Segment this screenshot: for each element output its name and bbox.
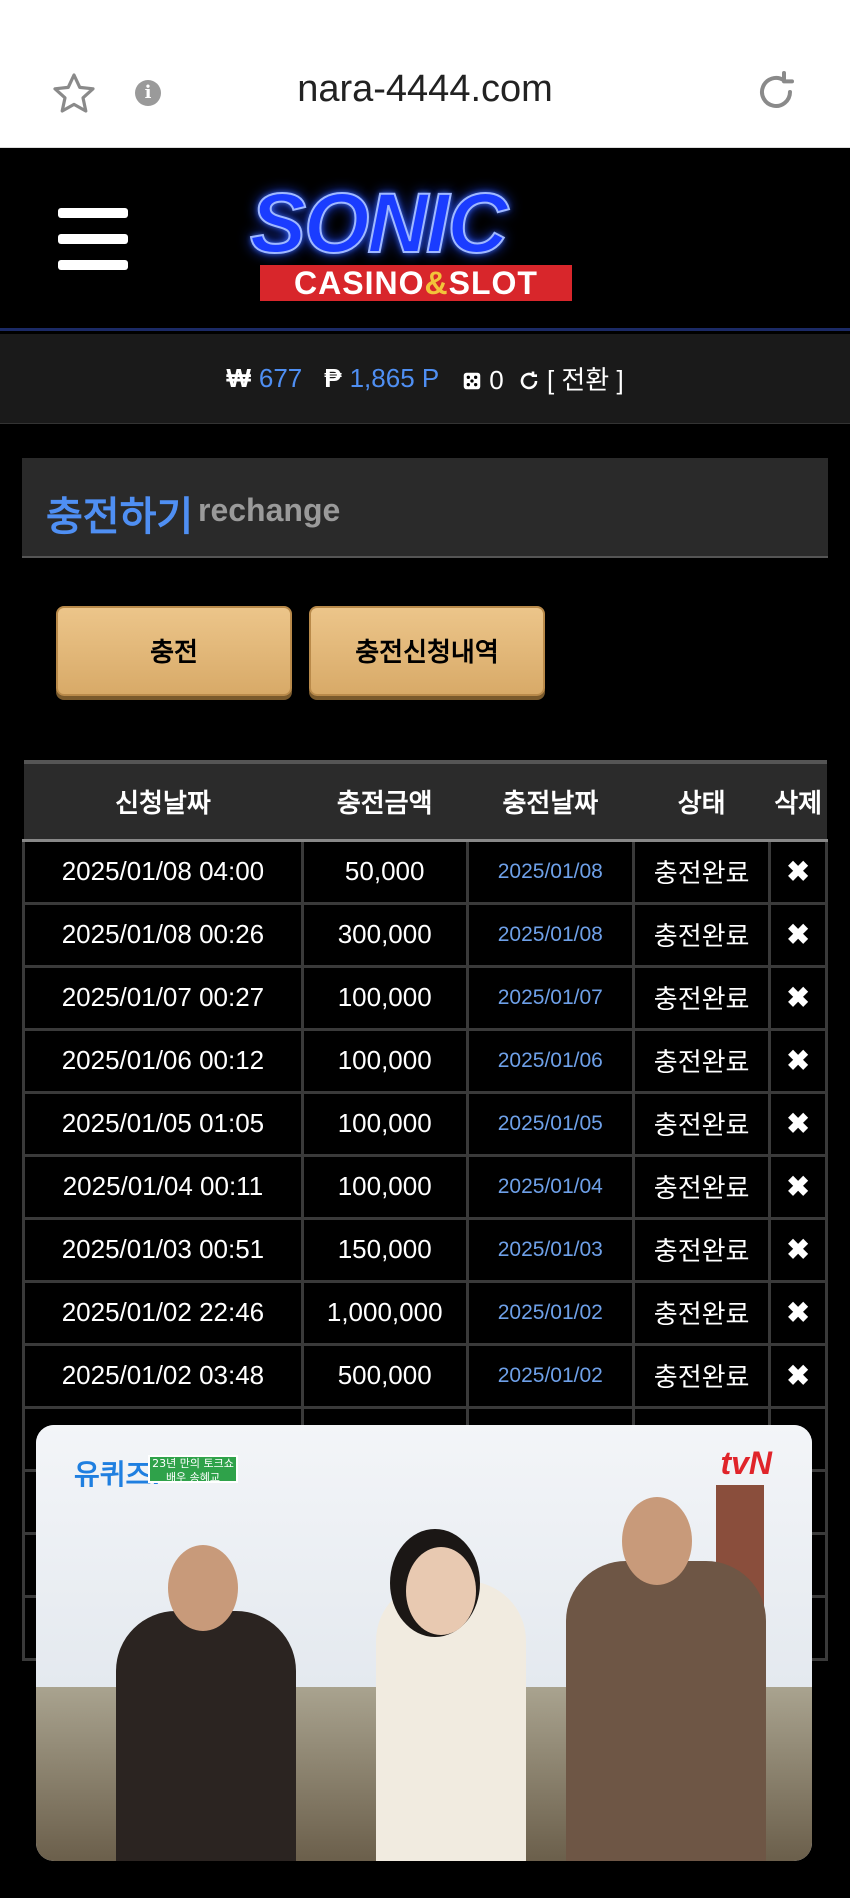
charge-date-cell: 2025/01/04 [465,1153,636,1220]
charge-date-cell: 2025/01/02 [465,1279,636,1346]
table-row: 2025/01/08 00:26 300,000 2025/01/08 충전완료 ✖ [22,901,828,968]
delete-icon[interactable]: ✖ [768,1153,828,1220]
chip-balance: 0 [ 전환 ] [461,360,624,397]
request-date-cell: 2025/01/08 04:00 [22,838,304,905]
amount-cell: 100,000 [300,1090,469,1157]
site-logo[interactable]: SONIC CASINO&SLOT [240,175,610,305]
point-balance: ₱ 1,865 P [324,363,440,393]
table-row: 2025/01/02 03:48 500,000 2025/01/02 충전완료 ✖ [22,1342,828,1409]
header-status: 상태 [633,760,770,842]
table-row: 2025/01/07 00:27 100,000 2025/01/07 충전완료 ✖ [22,964,828,1031]
person-right [566,1561,766,1861]
delete-icon[interactable]: ✖ [768,964,828,1031]
table-header-row: 신청날짜 충전금액 충전날짜 상태 삭제 [23,760,827,842]
table-row: 2025/01/04 00:11 100,000 2025/01/04 충전완료 ✖ [22,1153,828,1220]
charge-date-cell: 2025/01/03 [465,1216,636,1283]
delete-icon[interactable]: ✖ [768,1279,828,1346]
amount-cell: 150,000 [300,1216,469,1283]
person-left [116,1611,296,1861]
table-row: 2025/01/06 00:12 100,000 2025/01/06 충전완료 ✖ [22,1027,828,1094]
header-request-date: 신청날짜 [23,760,303,842]
dice-icon [463,372,481,390]
balance-bar: ₩677 ₱ 1,865 P 0 [ 전환 ] [0,334,850,424]
charge-date-cell: 2025/01/07 [465,964,636,1031]
address-bar-url[interactable]: nara-4444.com [0,68,850,111]
refresh-icon[interactable] [517,369,541,393]
status-cell: 충전완료 [632,964,772,1031]
tvn-logo: tvN [720,1445,772,1481]
amount-cell: 100,000 [300,964,469,1031]
status-cell: 충전완료 [632,1279,772,1346]
charge-date-cell: 2025/01/08 [465,901,636,968]
request-date-cell: 2025/01/03 00:51 [22,1216,304,1283]
won-balance: ₩677 [226,363,303,393]
charge-button[interactable]: 충전 [56,606,292,696]
table-row: 2025/01/05 01:05 100,000 2025/01/05 충전완료 ✖ [22,1090,828,1157]
delete-icon[interactable]: ✖ [768,838,828,905]
charge-date-cell: 2025/01/08 [465,838,636,905]
amount-cell: 300,000 [300,901,469,968]
menu-icon[interactable] [58,208,128,270]
reload-icon[interactable] [752,68,800,116]
amount-cell: 100,000 [300,1027,469,1094]
request-date-cell: 2025/01/02 22:46 [22,1279,304,1346]
section-subtitle: rechange [198,492,341,528]
charge-date-cell: 2025/01/05 [465,1090,636,1157]
amount-cell: 1,000,000 [300,1279,469,1346]
request-date-cell: 2025/01/05 01:05 [22,1090,304,1157]
delete-icon[interactable]: ✖ [768,1090,828,1157]
status-cell: 충전완료 [632,838,772,905]
charge-date-cell: 2025/01/06 [465,1027,636,1094]
amount-cell: 50,000 [300,838,469,905]
request-date-cell: 2025/01/04 00:11 [22,1153,304,1220]
delete-icon[interactable]: ✖ [768,1342,828,1409]
charge-history-button[interactable]: 충전신청내역 [309,606,545,696]
delete-icon[interactable]: ✖ [768,1027,828,1094]
status-cell: 충전완료 [632,901,772,968]
status-cell: 충전완료 [632,1153,772,1220]
amount-cell: 500,000 [300,1342,469,1409]
status-cell: 충전완료 [632,1216,772,1283]
logo-sonic-text: SONIC [249,175,509,271]
browser-bar: i nara-4444.com [0,0,850,148]
won-icon: ₩ [226,363,251,393]
switch-button[interactable]: [ 전환 ] [547,365,624,395]
request-date-cell: 2025/01/02 03:48 [22,1342,304,1409]
point-icon: ₱ [324,363,342,393]
status-cell: 충전완료 [632,1090,772,1157]
status-cell: 충전완료 [632,1027,772,1094]
delete-icon[interactable]: ✖ [768,901,828,968]
charge-date-cell: 2025/01/02 [465,1342,636,1409]
table-row: 2025/01/08 04:00 50,000 2025/01/08 충전완료 ✖ [22,838,828,905]
video-caption: 23년 만의 토크쇼 배우 송혜교 [148,1455,238,1484]
delete-icon[interactable]: ✖ [768,1216,828,1283]
table-row: 2025/01/03 00:51 150,000 2025/01/03 충전완료 ✖ [22,1216,828,1283]
request-date-cell: 2025/01/06 00:12 [22,1027,304,1094]
section-heading: 충전하기 rechange [22,458,828,558]
request-date-cell: 2025/01/07 00:27 [22,964,304,1031]
section-title: 충전하기 [46,495,194,539]
amount-cell: 100,000 [300,1153,469,1220]
floating-video-player[interactable]: 유퀴즈! 23년 만의 토크쇼 배우 송혜교 tvN [36,1425,812,1861]
request-date-cell: 2025/01/08 00:26 [22,901,304,968]
status-cell: 충전완료 [632,1342,772,1409]
header-charge-date: 충전날짜 [467,760,634,842]
header-amount: 충전금액 [302,760,468,842]
logo-subtitle: CASINO&SLOT [260,265,572,301]
header-delete: 삭제 [769,760,827,842]
table-row: 2025/01/02 22:46 1,000,000 2025/01/02 충전완료 ✖ [22,1279,828,1346]
